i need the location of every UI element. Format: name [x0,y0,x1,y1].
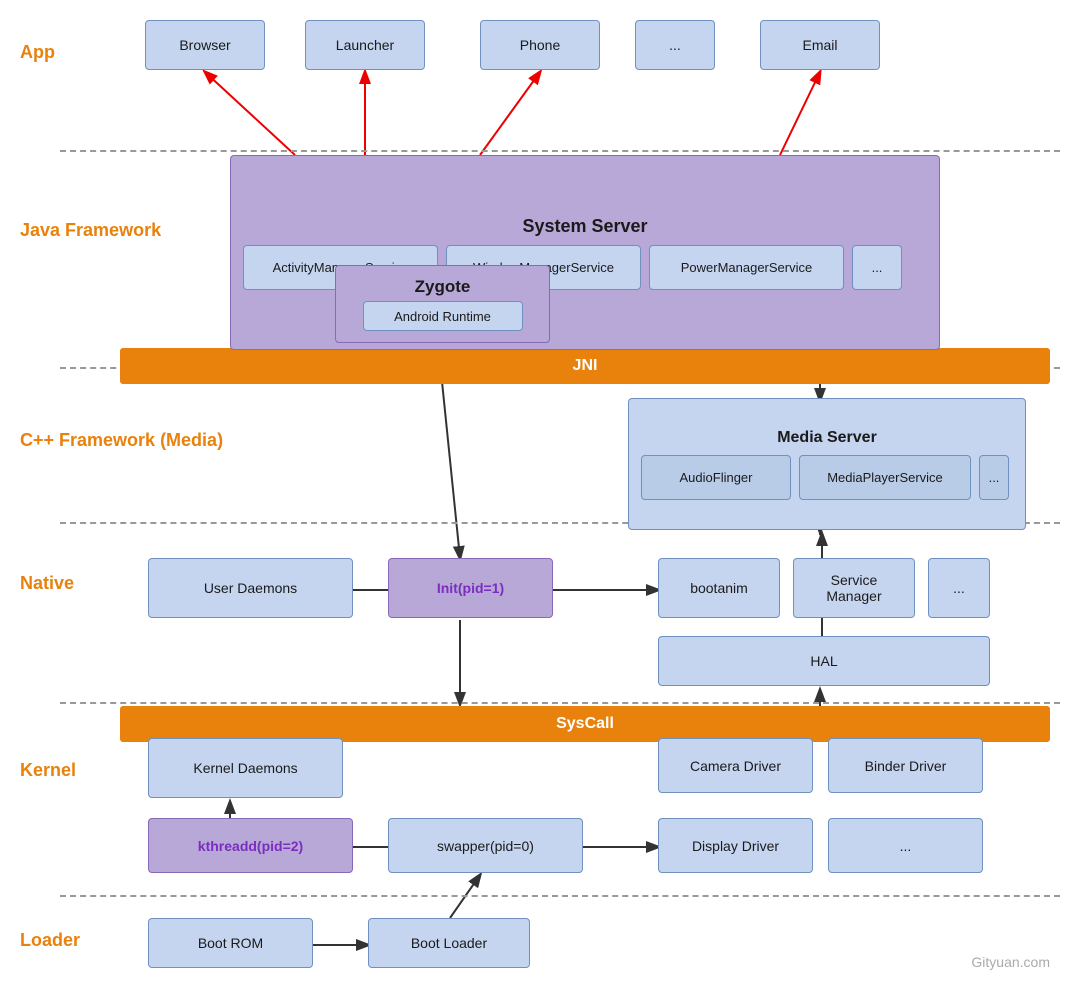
system-server-more: ... [852,245,902,290]
app-launcher: Launcher [305,20,425,70]
bootanim: bootanim [658,558,780,618]
audio-flinger: AudioFlinger [641,455,791,500]
layer-loader: Loader [20,930,80,951]
android-runtime: Android Runtime [363,301,523,331]
app-browser: Browser [145,20,265,70]
layer-java-framework: Java Framework [20,220,161,241]
media-server-container: Media Server AudioFlinger MediaPlayerSer… [628,398,1026,530]
init-box: Init(pid=1) [388,558,553,618]
kernel-daemons: Kernel Daemons [148,738,343,798]
app-dots: ... [635,20,715,70]
system-server-title: System Server [243,216,927,237]
divider-5 [60,895,1060,897]
display-driver: Display Driver [658,818,813,873]
zygote-label: Zygote [415,277,471,297]
diagram-container: App Java Framework C++ Framework (Media)… [0,0,1080,982]
swapper-box: swapper(pid=0) [388,818,583,873]
media-server-title: Media Server [641,429,1013,447]
layer-kernel: Kernel [20,760,76,781]
watermark: Gityuan.com [971,954,1050,970]
layer-app: App [20,42,55,63]
media-player-service: MediaPlayerService [799,455,971,500]
syscall-bar: SysCall [120,706,1050,742]
jni-bar: JNI [120,348,1050,384]
kernel-more: ... [828,818,983,873]
camera-driver: Camera Driver [658,738,813,793]
binder-driver: Binder Driver [828,738,983,793]
layer-native: Native [20,573,74,594]
app-phone: Phone [480,20,600,70]
native-more: ... [928,558,990,618]
media-server-more: ... [979,455,1009,500]
media-server-services: AudioFlinger MediaPlayerService ... [641,455,1009,500]
app-email: Email [760,20,880,70]
kthreadd-box: kthreadd(pid=2) [148,818,353,873]
user-daemons: User Daemons [148,558,353,618]
boot-loader: Boot Loader [368,918,530,968]
divider-1 [60,150,1060,152]
hal-box: HAL [658,636,990,686]
service-manager: Service Manager [793,558,915,618]
layer-cpp-framework: C++ Framework (Media) [20,430,223,451]
zygote-box: Zygote Android Runtime [335,265,550,343]
divider-4 [60,702,1060,704]
power-manager-service: PowerManagerService [649,245,844,290]
boot-rom: Boot ROM [148,918,313,968]
